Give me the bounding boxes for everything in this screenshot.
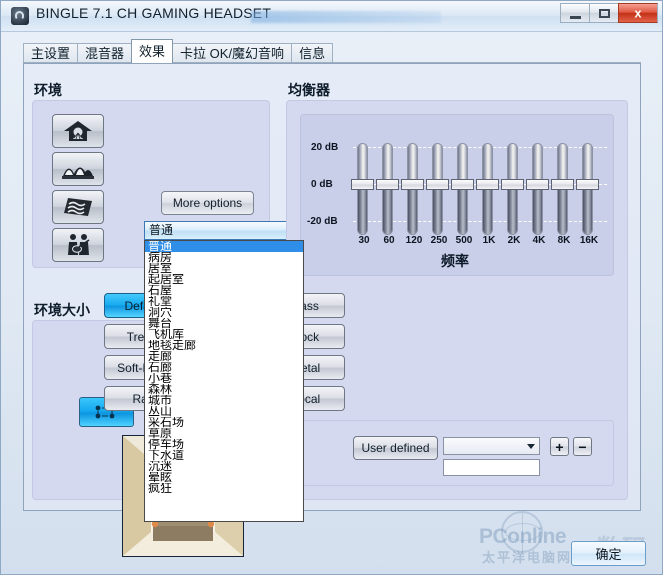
list-item[interactable]: 普通 <box>145 241 303 252</box>
concert-hall-icon <box>62 167 94 179</box>
minimize-icon <box>570 16 581 19</box>
eq-db-label-top: 20 dB <box>311 142 339 153</box>
ok-button[interactable]: 确定 <box>571 541 646 566</box>
eq-freq-label: 16K <box>579 235 599 246</box>
list-item[interactable]: 丛山 <box>145 406 303 417</box>
maximize-icon <box>599 9 610 18</box>
eq-slider-fill <box>508 188 517 234</box>
watermark-line1: PConline <box>479 525 567 548</box>
list-item[interactable]: 走廊 <box>145 351 303 362</box>
close-button[interactable]: x <box>618 3 658 23</box>
eq-db-label-bottom: -20 dB <box>307 216 338 227</box>
eq-slider-thumb[interactable] <box>476 179 499 190</box>
list-item[interactable]: 草原 <box>145 428 303 439</box>
eq-slider-thumb[interactable] <box>351 179 374 190</box>
tab-effects[interactable]: 效果 <box>131 39 174 63</box>
tab-karaoke[interactable]: 卡拉 OK/魔幻音响 <box>172 43 293 63</box>
env-icon-button-performers[interactable] <box>52 228 104 262</box>
title-sheen <box>251 11 441 23</box>
user-defined-button[interactable]: User defined <box>353 436 438 460</box>
tab-main-settings[interactable]: 主设置 <box>23 43 79 63</box>
close-icon: x <box>634 5 642 21</box>
list-item[interactable]: 舞台 <box>145 318 303 329</box>
title-bar: BINGLE 7.1 CH GAMING HEADSET x <box>1 1 662 32</box>
user-defined-combobox[interactable] <box>443 437 540 455</box>
chevron-down-icon <box>527 444 535 449</box>
list-item[interactable]: 下水道 <box>145 450 303 461</box>
eq-slider-fill <box>383 188 392 234</box>
minimize-button[interactable] <box>560 3 589 23</box>
list-item[interactable]: 地毯走廊 <box>145 340 303 351</box>
eq-frequency-axis-label: 频率 <box>441 253 469 269</box>
list-item[interactable]: 城市 <box>145 395 303 406</box>
env-icon-button-wave-panel[interactable] <box>52 190 104 224</box>
eq-slider-thumb[interactable] <box>501 179 524 190</box>
tab-info[interactable]: 信息 <box>291 43 334 63</box>
environment-combobox-value: 普通 <box>149 223 174 237</box>
equalizer-group-title: 均衡器 <box>288 82 330 98</box>
maximize-button[interactable] <box>589 3 618 23</box>
eq-slider-fill <box>558 188 567 234</box>
eq-db-label-mid: 0 dB <box>311 179 333 190</box>
env-size-group-title: 环境大小 <box>34 302 90 318</box>
application-window: BINGLE 7.1 CH GAMING HEADSET x 主设置 混音器 效… <box>0 0 663 575</box>
environment-combobox[interactable]: 普通 <box>144 221 304 240</box>
remove-preset-button[interactable]: − <box>573 437 592 456</box>
effects-page: 环境 More options 普通 普通 病房 居室 起居室 石屋 礼堂 洞穴… <box>23 63 641 557</box>
list-item[interactable]: 晕眩 <box>145 472 303 483</box>
globe-icon <box>501 511 543 553</box>
wave-panel-icon <box>64 198 92 216</box>
list-item[interactable]: 飞机库 <box>145 329 303 340</box>
env-icon-button-house[interactable] <box>52 114 104 148</box>
window-controls: x <box>560 3 658 23</box>
eq-slider-fill <box>583 188 592 234</box>
list-item[interactable]: 沉迷 <box>145 461 303 472</box>
environment-group-title: 环境 <box>34 82 62 98</box>
list-item[interactable]: 石屋 <box>145 285 303 296</box>
list-item[interactable]: 停车场 <box>145 439 303 450</box>
eq-slider-thumb[interactable] <box>376 179 399 190</box>
list-item[interactable]: 洞穴 <box>145 307 303 318</box>
list-item[interactable]: 疯狂 <box>145 483 303 494</box>
tab-bar: 主设置 混音器 效果 卡拉 OK/魔幻音响 信息 <box>23 39 334 63</box>
list-item[interactable]: 森林 <box>145 384 303 395</box>
eq-slider-thumb[interactable] <box>426 179 449 190</box>
watermark-line2: 太平洋电脑网 <box>482 550 573 565</box>
eq-slider-thumb[interactable] <box>551 179 574 190</box>
eq-slider-thumb[interactable] <box>526 179 549 190</box>
more-options-button[interactable]: More options <box>161 191 254 215</box>
list-item[interactable]: 居室 <box>145 263 303 274</box>
add-preset-button[interactable]: + <box>550 437 569 456</box>
eq-slider-fill <box>533 188 542 234</box>
list-item[interactable]: 采石场 <box>145 417 303 428</box>
eq-slider-fill <box>358 188 367 234</box>
list-item[interactable]: 石廊 <box>145 362 303 373</box>
eq-slider-thumb[interactable] <box>576 179 599 190</box>
list-item[interactable]: 病房 <box>145 252 303 263</box>
window-title: BINGLE 7.1 CH GAMING HEADSET <box>36 5 272 21</box>
environment-dropdown-list[interactable]: 普通 病房 居室 起居室 石屋 礼堂 洞穴 舞台 飞机库 地毯走廊 走廊 石廊 … <box>144 240 304 522</box>
headset-icon <box>11 7 29 25</box>
list-item[interactable]: 小巷 <box>145 373 303 384</box>
tab-mixer[interactable]: 混音器 <box>77 43 133 63</box>
house-icon <box>64 121 92 141</box>
equalizer-sliders-area: 20 dB 0 dB -20 dB 30 60 120 250 500 1K 2… <box>300 114 614 276</box>
eq-slider-fill <box>483 188 492 234</box>
env-icon-button-concert-hall[interactable] <box>52 152 104 186</box>
list-item[interactable]: 起居室 <box>145 274 303 285</box>
window-frame: BINGLE 7.1 CH GAMING HEADSET x 主设置 混音器 效… <box>0 0 663 575</box>
eq-slider-fill <box>408 188 417 234</box>
eq-slider-fill <box>433 188 442 234</box>
eq-slider-fill <box>458 188 467 234</box>
list-item[interactable]: 礼堂 <box>145 296 303 307</box>
eq-slider-thumb[interactable] <box>451 179 474 190</box>
user-defined-name-input[interactable] <box>443 459 540 476</box>
eq-slider-thumb[interactable] <box>401 179 424 190</box>
performers-icon <box>68 234 90 255</box>
